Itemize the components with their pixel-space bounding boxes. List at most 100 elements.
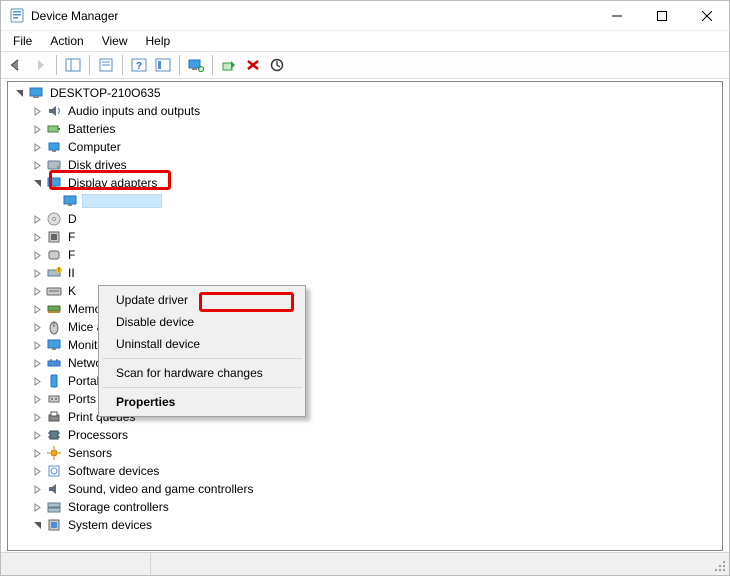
- tree-category[interactable]: Storage controllers: [8, 498, 722, 516]
- tree-category[interactable]: F: [8, 228, 722, 246]
- tree-item[interactable]: [8, 192, 722, 210]
- tree-category[interactable]: F: [8, 246, 722, 264]
- tree-root-label: DESKTOP-210O635: [48, 86, 163, 100]
- context-menu-separator: [102, 387, 302, 388]
- tree-category-label: F: [66, 230, 77, 244]
- expander-closed-icon[interactable]: [30, 392, 44, 406]
- expander-closed-icon[interactable]: [30, 248, 44, 262]
- expander-open-icon[interactable]: [30, 176, 44, 190]
- context-menu-item-update-driver[interactable]: Update driver: [102, 289, 302, 311]
- expander-closed-icon[interactable]: [30, 302, 44, 316]
- expander-closed-icon[interactable]: [30, 320, 44, 334]
- menu-view[interactable]: View: [94, 33, 136, 49]
- properties-button[interactable]: [95, 54, 117, 76]
- keyboard-icon: [46, 283, 62, 299]
- update-driver-button[interactable]: [266, 54, 288, 76]
- menu-file[interactable]: File: [5, 33, 40, 49]
- audio-icon: [46, 103, 62, 119]
- statusbar-pane: [1, 553, 151, 575]
- mouse-icon: [46, 319, 62, 335]
- tree-category[interactable]: System devices: [8, 516, 722, 534]
- tree-category-label: Disk drives: [66, 158, 129, 172]
- tree-category[interactable]: Batteries: [8, 120, 722, 138]
- close-button[interactable]: [684, 1, 729, 31]
- resize-grip-icon[interactable]: [711, 557, 729, 575]
- tree-category[interactable]: D: [8, 210, 722, 228]
- system-icon: [46, 517, 62, 533]
- tree-category[interactable]: Sensors: [8, 444, 722, 462]
- context-menu-separator: [102, 358, 302, 359]
- scan-hardware-button[interactable]: [185, 54, 207, 76]
- expander-closed-icon[interactable]: [30, 464, 44, 478]
- uninstall-button[interactable]: [242, 54, 264, 76]
- statusbar: [1, 552, 729, 575]
- tree-category-label: D: [66, 212, 79, 226]
- tree-category[interactable]: Software devices: [8, 462, 722, 480]
- memory-icon: [46, 301, 62, 317]
- context-menu-item-disable-device[interactable]: Disable device: [102, 311, 302, 333]
- expander-closed-icon[interactable]: [30, 266, 44, 280]
- titlebar: Device Manager: [1, 1, 729, 31]
- expander-closed-icon[interactable]: [30, 158, 44, 172]
- menu-help[interactable]: Help: [138, 33, 179, 49]
- back-button[interactable]: [5, 54, 27, 76]
- menubar: File Action View Help: [1, 31, 729, 51]
- window-controls: [594, 1, 729, 31]
- expander-closed-icon[interactable]: [30, 500, 44, 514]
- toolbar-separator: [179, 55, 180, 75]
- maximize-button[interactable]: [639, 1, 684, 31]
- tree-category[interactable]: Audio inputs and outputs: [8, 102, 722, 120]
- minimize-button[interactable]: [594, 1, 639, 31]
- firmware-icon: [46, 229, 62, 245]
- action-button[interactable]: [152, 54, 174, 76]
- expander-closed-icon[interactable]: [30, 230, 44, 244]
- expander-closed-icon[interactable]: [30, 374, 44, 388]
- expander-closed-icon[interactable]: [30, 122, 44, 136]
- printer-icon: [46, 409, 62, 425]
- expander-closed-icon[interactable]: [30, 140, 44, 154]
- tree-root[interactable]: DESKTOP-210O635: [8, 84, 722, 102]
- expander-closed-icon[interactable]: [30, 284, 44, 298]
- tree-category-label: Computer: [66, 140, 123, 154]
- enable-device-button[interactable]: [218, 54, 240, 76]
- tree-category[interactable]: Disk drives: [8, 156, 722, 174]
- computer-icon: [28, 85, 44, 101]
- tree-category-label: Batteries: [66, 122, 117, 136]
- expander-closed-icon[interactable]: [30, 212, 44, 226]
- tree-category[interactable]: !II: [8, 264, 722, 282]
- ide-icon: !: [46, 265, 62, 281]
- tree-category[interactable]: Processors: [8, 426, 722, 444]
- expander-closed-icon[interactable]: [30, 410, 44, 424]
- computer-small-icon: [46, 139, 62, 155]
- portable-icon: [46, 373, 62, 389]
- tree-category-label: F: [66, 248, 77, 262]
- expander-closed-icon[interactable]: [30, 338, 44, 352]
- expander-closed-icon[interactable]: [30, 446, 44, 460]
- tree-category-label: Sensors: [66, 446, 114, 460]
- expander-open-icon[interactable]: [30, 518, 44, 532]
- tree-category[interactable]: Display adapters: [8, 174, 722, 192]
- tree-category-label: System devices: [66, 518, 154, 532]
- tree-category-label: Display adapters: [66, 176, 159, 190]
- tree-category[interactable]: Sound, video and game controllers: [8, 480, 722, 498]
- context-menu-item-uninstall-device[interactable]: Uninstall device: [102, 333, 302, 355]
- forward-button[interactable]: [29, 54, 51, 76]
- tree-category[interactable]: Computer: [8, 138, 722, 156]
- tree-category-label: Software devices: [66, 464, 161, 478]
- toolbar-separator: [56, 55, 57, 75]
- expander-closed-icon[interactable]: [30, 428, 44, 442]
- expander-open-icon[interactable]: [12, 86, 26, 100]
- hid-icon: [46, 247, 62, 263]
- expander-closed-icon[interactable]: [30, 356, 44, 370]
- context-menu-item-scan-hardware[interactable]: Scan for hardware changes: [102, 362, 302, 384]
- show-hide-tree-button[interactable]: [62, 54, 84, 76]
- ports-icon: [46, 391, 62, 407]
- network-icon: [46, 355, 62, 371]
- menu-action[interactable]: Action: [42, 33, 91, 49]
- tree-category-label: K: [66, 284, 78, 298]
- context-menu-item-properties[interactable]: Properties: [102, 391, 302, 413]
- expander-closed-icon[interactable]: [30, 482, 44, 496]
- disk-icon: [46, 157, 62, 173]
- expander-closed-icon[interactable]: [30, 104, 44, 118]
- help-button[interactable]: ?: [128, 54, 150, 76]
